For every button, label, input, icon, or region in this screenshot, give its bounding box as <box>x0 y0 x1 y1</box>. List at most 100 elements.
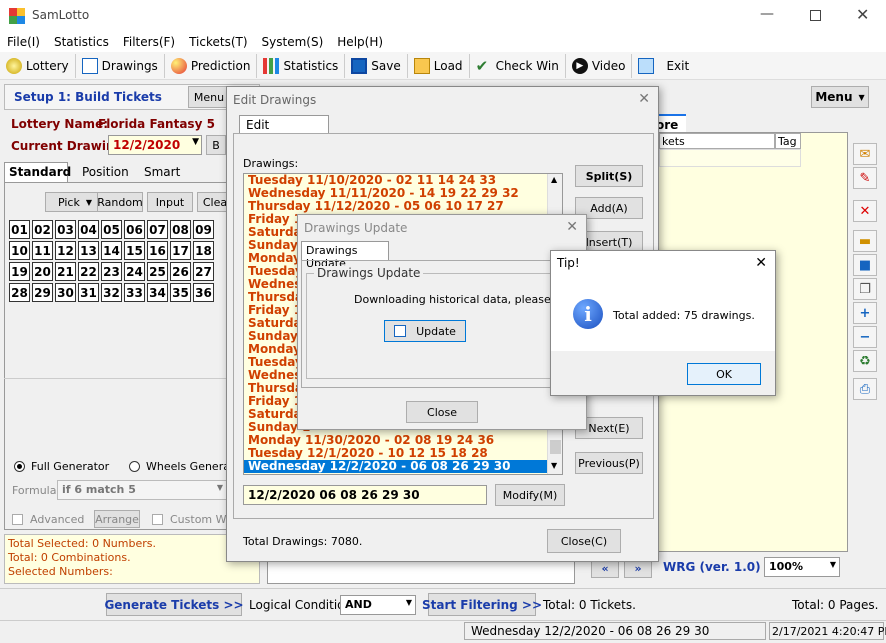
edit-icon[interactable]: ✎ <box>853 167 877 189</box>
drawing-input[interactable]: 12/2/2020 06 08 26 29 30 <box>243 485 487 505</box>
toolbar-load[interactable]: Load <box>408 53 470 78</box>
number-button[interactable]: 07 <box>147 220 168 239</box>
toolbar-drawings[interactable]: Drawings <box>76 53 165 78</box>
logic-select[interactable]: AND ▼ <box>340 595 416 615</box>
close-icon[interactable]: ✕ <box>755 255 767 271</box>
number-button[interactable]: 19 <box>9 262 30 281</box>
number-button[interactable]: 01 <box>9 220 30 239</box>
number-button[interactable]: 22 <box>78 262 99 281</box>
number-button[interactable]: 13 <box>78 241 99 260</box>
toolbar-prediction[interactable]: Prediction <box>165 53 258 78</box>
toolbar-exit[interactable]: Exit <box>632 54 695 78</box>
number-button[interactable]: 30 <box>55 283 76 302</box>
number-button[interactable]: 24 <box>124 262 145 281</box>
print-icon[interactable]: ⎙ <box>853 378 877 400</box>
toolbar-save[interactable]: Save <box>345 53 408 78</box>
number-button[interactable]: 28 <box>9 283 30 302</box>
right-menu-button[interactable]: Menu ▼ <box>811 86 869 108</box>
menu-system[interactable]: System(S) <box>255 35 331 49</box>
current-drawing-button[interactable]: B <box>206 135 226 155</box>
menu-statistics[interactable]: Statistics <box>47 35 116 49</box>
number-button[interactable]: 06 <box>124 220 145 239</box>
setup-menu-button[interactable]: Menu <box>188 86 230 108</box>
edit-close-button[interactable]: Close(C) <box>547 529 621 553</box>
number-button[interactable]: 05 <box>101 220 122 239</box>
number-button[interactable]: 02 <box>32 220 53 239</box>
minus-icon[interactable]: − <box>853 326 877 348</box>
toolbar-check-win[interactable]: ✔ Check Win <box>470 53 566 78</box>
plus-icon[interactable]: + <box>853 302 877 324</box>
tab-smart[interactable]: Smart <box>134 164 188 182</box>
number-button[interactable]: 36 <box>193 283 214 302</box>
number-button[interactable]: 27 <box>193 262 214 281</box>
scroll-thumb[interactable] <box>550 440 561 454</box>
number-button[interactable]: 20 <box>32 262 53 281</box>
current-drawing-select[interactable]: 12/2/2020 ▼ <box>108 135 202 155</box>
menu-tickets[interactable]: Tickets(T) <box>182 35 254 49</box>
close-icon[interactable]: ✕ <box>638 91 650 107</box>
full-generator-radio[interactable] <box>14 461 25 472</box>
update-button[interactable]: Update <box>384 320 466 342</box>
generate-tickets-button[interactable]: Generate Tickets >> <box>104 593 244 616</box>
scroll-down-icon[interactable]: ▼ <box>551 461 557 470</box>
toolbar-lottery[interactable]: Lottery <box>0 53 76 78</box>
toolbar-statistics[interactable]: Statistics <box>257 53 346 78</box>
number-button[interactable]: 08 <box>170 220 191 239</box>
number-button[interactable]: 03 <box>55 220 76 239</box>
formula-select[interactable]: if 6 match 5 ▼ <box>57 480 227 500</box>
menu-file[interactable]: File(I) <box>0 35 47 49</box>
close-button[interactable]: ✕ <box>856 5 869 24</box>
copy-icon[interactable]: ❐ <box>853 278 877 300</box>
number-button[interactable]: 35 <box>170 283 191 302</box>
number-button[interactable]: 18 <box>193 241 214 260</box>
start-filtering-button[interactable]: Start Filtering >> <box>422 593 542 616</box>
random-button[interactable]: Random <box>97 192 143 212</box>
number-button[interactable]: 16 <box>147 241 168 260</box>
number-button[interactable]: 10 <box>9 241 30 260</box>
tab-position[interactable]: Position <box>72 164 130 182</box>
maximize-button[interactable] <box>810 10 821 21</box>
number-button[interactable]: 31 <box>78 283 99 302</box>
close-icon[interactable]: ✕ <box>566 219 578 235</box>
number-button[interactable]: 17 <box>170 241 191 260</box>
number-button[interactable]: 26 <box>170 262 191 281</box>
ok-button[interactable]: OK <box>687 363 761 385</box>
menu-help[interactable]: Help(H) <box>330 35 390 49</box>
delete-icon[interactable]: ✕ <box>853 200 877 222</box>
open-folder-icon[interactable]: ▬ <box>853 230 877 252</box>
scroll-up-icon[interactable]: ▲ <box>551 175 557 184</box>
wheels-generator-radio[interactable] <box>129 461 140 472</box>
tab-standard[interactable]: Standard <box>4 162 71 182</box>
number-button[interactable]: 11 <box>32 241 53 260</box>
number-button[interactable]: 34 <box>147 283 168 302</box>
number-button[interactable]: 15 <box>124 241 145 260</box>
update-close-button[interactable]: Close <box>406 401 478 423</box>
number-button[interactable]: 25 <box>147 262 168 281</box>
number-button[interactable]: 33 <box>124 283 145 302</box>
number-button[interactable]: 12 <box>55 241 76 260</box>
minimize-button[interactable]: — <box>760 6 774 22</box>
arrange-button[interactable]: Arrange <box>94 510 140 528</box>
drawing-row-selected[interactable]: Wednesday 12/2/2020 - 06 08 26 29 30 <box>244 460 562 473</box>
modify-button[interactable]: Modify(M) <box>495 484 565 506</box>
number-button[interactable]: 32 <box>101 283 122 302</box>
menu-filters[interactable]: Filters(F) <box>116 35 182 49</box>
update-tab[interactable]: Drawings Update <box>301 241 389 270</box>
number-button[interactable]: 21 <box>55 262 76 281</box>
number-button[interactable]: 29 <box>32 283 53 302</box>
zoom-select[interactable]: 100% ▼ <box>764 557 840 577</box>
save-disk-icon[interactable]: ■ <box>853 254 877 276</box>
split-button[interactable]: Split(S) <box>575 165 643 187</box>
recycle-icon[interactable]: ♻ <box>853 350 877 372</box>
number-button[interactable]: 04 <box>78 220 99 239</box>
toolbar-video[interactable]: ▶ Video <box>566 53 633 78</box>
number-button[interactable]: 23 <box>101 262 122 281</box>
number-button[interactable]: 09 <box>193 220 214 239</box>
add-ticket-icon[interactable]: ✉ <box>853 143 877 165</box>
number-button[interactable]: 14 <box>101 241 122 260</box>
custom-checkbox[interactable] <box>152 514 163 525</box>
previous-button[interactable]: Previous(P) <box>575 452 643 474</box>
advanced-checkbox[interactable] <box>12 514 23 525</box>
pick-select[interactable]: Pick ▼ <box>45 192 105 212</box>
edit-drawings-tab[interactable]: Edit Drawings <box>239 115 329 146</box>
